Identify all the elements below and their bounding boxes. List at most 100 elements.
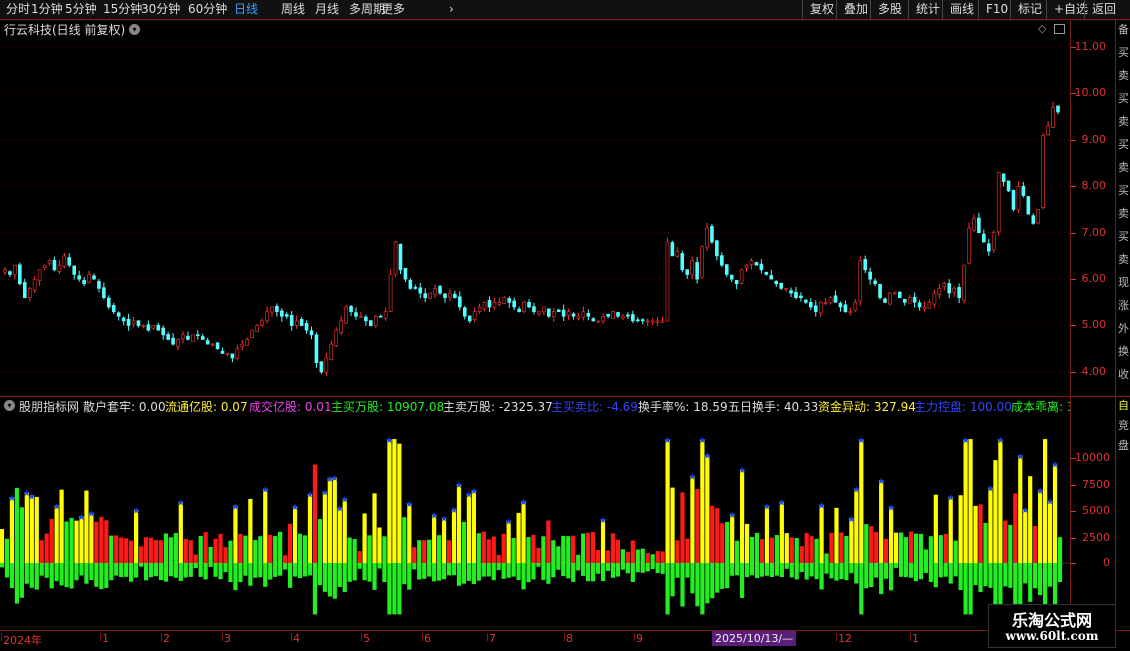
title-dropdown-icon[interactable]: ▾ <box>129 24 140 35</box>
candle-body <box>1046 125 1050 135</box>
toolbar-button-1[interactable]: 叠加 <box>844 1 868 18</box>
candle-body <box>378 315 383 318</box>
candle-body <box>235 348 240 359</box>
signal-star-marker: ★ <box>53 502 61 512</box>
toolbar-button-6[interactable]: 标记 <box>1018 1 1042 18</box>
volume-negative-bar <box>441 563 447 580</box>
period-tab-4[interactable]: 30分钟 <box>141 1 180 18</box>
candle-body <box>947 283 952 294</box>
quote-side-label: 买 <box>1118 230 1129 243</box>
period-tab-6[interactable]: 日线 <box>234 1 258 18</box>
candle-body <box>3 269 7 273</box>
volume-bar <box>39 540 44 563</box>
candle-body <box>230 353 235 359</box>
candle-body <box>710 226 714 243</box>
volume-bar <box>307 493 313 563</box>
toolbar-divider <box>802 0 803 19</box>
volume-bar <box>402 517 407 563</box>
volume-negative-bar <box>645 563 650 572</box>
volume-negative-bar <box>124 563 129 577</box>
volume-negative-bar <box>79 563 84 576</box>
indicator-dropdown-icon[interactable]: ▾ <box>4 400 15 411</box>
panel-toggle-icon[interactable] <box>1054 24 1065 34</box>
toolbar-button-0[interactable]: 复权 <box>810 1 834 18</box>
candle-body <box>804 299 808 303</box>
candle-body <box>487 300 492 308</box>
toolbar-button-8[interactable]: 返回 <box>1092 1 1116 18</box>
indicator-label: 成交亿股: <box>249 400 302 414</box>
volume-bar <box>168 537 173 563</box>
time-label: 2 <box>163 632 170 645</box>
candle-body <box>705 227 709 248</box>
period-tab-10[interactable]: 更多 <box>381 1 405 18</box>
signal-star-marker: ★ <box>996 436 1004 446</box>
quote-side-panel[interactable]: 备买卖买卖买卖买卖买卖现涨外换收自竞盘 <box>1115 20 1130 630</box>
volume-bar <box>417 540 422 563</box>
volume-bar <box>49 519 54 563</box>
volume-negative-bar <box>804 563 809 580</box>
period-tab-5[interactable]: 60分钟 <box>188 1 227 18</box>
period-tab-7[interactable]: 周线 <box>281 1 305 18</box>
price-tick-label: 8.00 <box>1081 179 1107 192</box>
candle-body <box>1036 209 1041 224</box>
watermark-title: 乐淘公式网 <box>1011 611 1092 630</box>
candle-body <box>13 264 17 275</box>
volume-negative-bar <box>134 563 139 578</box>
candlestick-chart[interactable] <box>0 38 1070 396</box>
candle-body <box>126 318 131 326</box>
volume-bar <box>412 547 417 563</box>
indicator-value: 40.33 <box>780 400 819 414</box>
volume-bar <box>566 536 571 563</box>
candle-body <box>245 339 250 346</box>
volume-negative-bar <box>332 563 337 599</box>
indicator-name[interactable]: 股朋指标网 <box>19 398 79 414</box>
volume-negative-bar <box>824 563 829 574</box>
volume-bar <box>844 535 849 563</box>
candle-body <box>813 305 818 312</box>
more-chevron-icon[interactable]: › <box>449 1 454 18</box>
volume-bar <box>337 507 342 563</box>
candle-body <box>339 320 343 333</box>
period-tab-3[interactable]: 15分钟 <box>103 1 142 18</box>
candle-body <box>1051 107 1055 128</box>
volume-negative-bar <box>546 563 551 584</box>
indicator-value: 10907.08 <box>383 400 445 414</box>
toolbar-button-2[interactable]: 多股 <box>878 1 902 18</box>
volume-bar <box>720 523 725 563</box>
signal-star-marker: ★ <box>698 436 706 446</box>
volume-tick-mark <box>1071 563 1076 564</box>
volume-negative-bar <box>258 563 263 578</box>
candle-body <box>136 320 141 326</box>
period-tab-2[interactable]: 5分钟 <box>65 1 97 18</box>
candle-body <box>977 217 981 234</box>
diamond-icon[interactable]: ◇ <box>1038 22 1046 35</box>
toolbar-button-7[interactable]: +自选 <box>1054 1 1088 18</box>
period-tab-1[interactable]: 1分钟 <box>31 1 63 18</box>
period-tab-9[interactable]: 多周期 <box>349 1 385 18</box>
volume-negative-bar <box>794 563 799 580</box>
period-tab-0[interactable]: 分时 <box>6 1 30 18</box>
toolbar-button-3[interactable]: 统计 <box>916 1 940 18</box>
volume-bar <box>372 493 377 563</box>
quote-side-label: 买 <box>1118 138 1129 151</box>
volume-bar <box>446 540 452 563</box>
candle-body <box>858 260 863 302</box>
volume-bar <box>650 554 655 563</box>
candle-body <box>843 304 848 312</box>
signal-star-marker: ★ <box>1046 498 1054 508</box>
candle-body <box>92 275 96 280</box>
candle-body <box>675 250 680 257</box>
toolbar-button-5[interactable]: F10 <box>986 1 1008 18</box>
candle-body <box>265 311 269 322</box>
period-tab-8[interactable]: 月线 <box>315 1 339 18</box>
volume-negative-bar <box>109 563 114 581</box>
toolbar-button-4[interactable]: 画线 <box>950 1 974 18</box>
volume-negative-bar <box>451 563 457 576</box>
volume-negative-bar <box>516 563 521 581</box>
volume-negative-bar <box>1057 563 1063 583</box>
volume-negative-bar <box>278 563 283 576</box>
volume-negative-bar <box>665 563 670 615</box>
volume-negative-bar <box>168 563 173 577</box>
volume-indicator-chart[interactable]: ★ ★ ★ ★ ★ ★ ★ ★ ★ ★ ★ ★ ★ ★ ★ ★ ★ ★ ★ ★ ★ ★ ★ ★ ★ ★ ★ ★ ★ ★ ★ ★ ★ ★ ★ ★ ★ ★ ★ ★… <box>0 414 1070 630</box>
volume-bar <box>581 533 586 563</box>
